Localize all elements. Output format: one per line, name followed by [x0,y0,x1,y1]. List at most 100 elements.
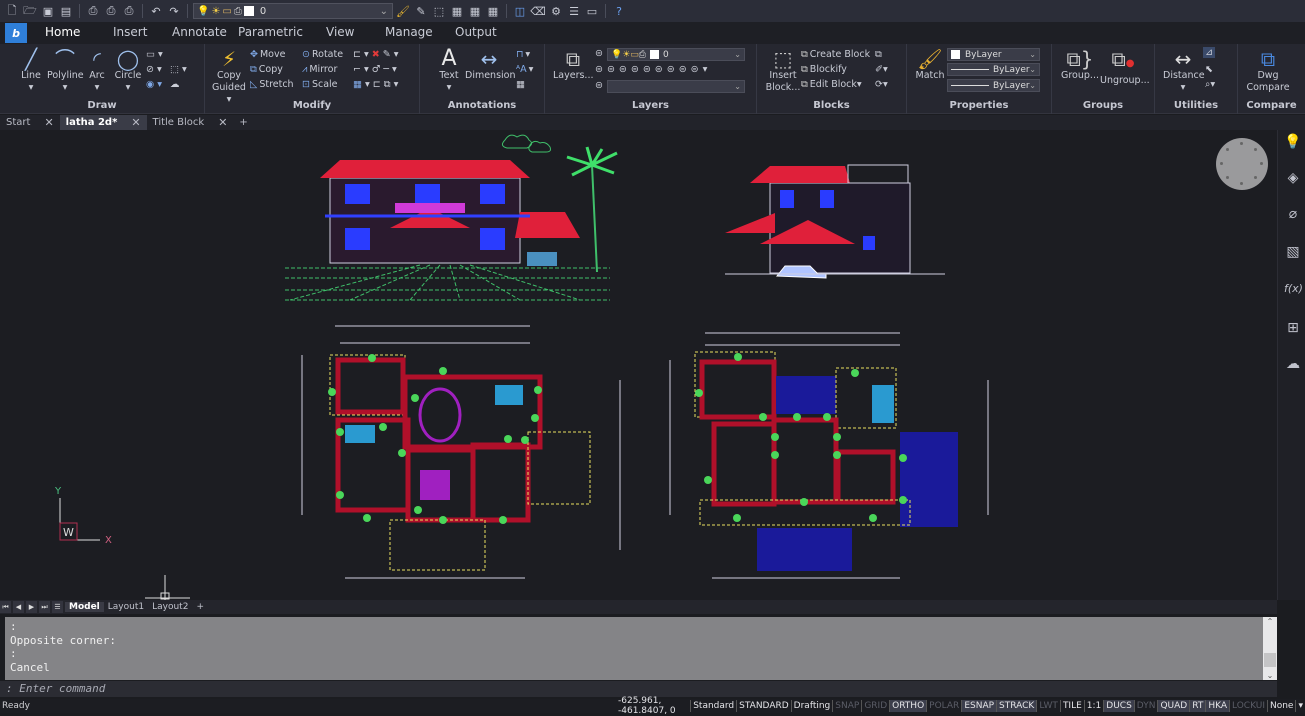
trim-button[interactable]: ⊏ ▾ ✖ ✎ ▾ [353,49,399,60]
tab-layout2[interactable]: Layout2 [148,602,192,612]
undo-icon[interactable]: ↶ [148,3,164,19]
layers-button[interactable]: ⧉ Layers... [553,48,594,82]
ellipse-button[interactable]: ⊘ ▾ [146,64,162,75]
properties-icon[interactable]: ☰ [566,3,582,19]
ground-floor-plan[interactable] [301,325,621,579]
leader-button[interactable]: ⊓ ▾ [516,49,530,60]
move-button[interactable]: ✥ Move [250,49,285,60]
block-edit-icon[interactable]: ✐▾ [875,64,888,75]
cloud-upload-icon[interactable]: ☁ [1284,356,1302,374]
layer-dropdown[interactable]: 💡 ☀ ▭ ⎙ 0 ⌄ [193,3,393,19]
id-point-icon[interactable]: ⌕▾ [1205,79,1215,90]
save-icon[interactable]: ▣ [40,3,56,19]
status-menu-icon[interactable]: ▾ [1295,700,1305,712]
status-toggle-drafting[interactable]: Drafting [790,700,833,712]
open-file-icon[interactable]: 🗁 [22,3,38,19]
status-toggle-dyn[interactable]: DYN [1133,700,1158,712]
previous-layout-icon[interactable]: ◀ [13,601,24,613]
front-elevation[interactable] [285,134,618,301]
scroll-down-icon[interactable]: ⌄ [1263,671,1277,680]
status-toggle-lockui[interactable]: LOCKUI [1229,700,1267,712]
stretch-button[interactable]: ◺ Stretch [250,79,294,90]
status-toggle-quad[interactable]: QUAD [1157,700,1190,712]
layout-list-icon[interactable]: ☰ [52,601,63,613]
layer-state-icon[interactable]: ▦ [449,3,465,19]
last-layout-icon[interactable]: ⏭ [39,601,50,613]
rotate-button[interactable]: ⊙ Rotate [302,49,343,60]
rectangle-button[interactable]: ▭ ▾ [146,49,163,60]
tab-home[interactable]: Home [45,25,80,39]
print-preview-icon[interactable]: ⎙ [103,3,119,19]
hatch-button[interactable]: ◉ ▾ [146,79,162,90]
line-button[interactable]: ╱ Line ▾ [18,48,44,94]
select-cursor-icon[interactable]: ⬉ [1205,64,1213,75]
command-input[interactable]: : Enter command [0,681,1277,697]
layers-icon[interactable]: ◈ [1284,170,1302,188]
mirror-button[interactable]: ⩘ Mirror [302,64,337,75]
distance-button[interactable]: ↔ Distance ▾ [1163,48,1205,94]
layer-state-icon[interactable]: ⊜ [595,48,603,59]
doc-tab-start[interactable]: Start ✕ [0,115,60,130]
status-toggle-esnap[interactable]: ESNAP [961,700,997,712]
tips-icon[interactable]: 💡 [1284,134,1302,152]
status-toggle-standard[interactable]: STANDARD [736,700,791,712]
scale-button[interactable]: ⊡ Scale [302,79,338,90]
formula-icon[interactable]: f(x) [1284,282,1303,300]
attach-icon[interactable]: ⌀ [1284,206,1302,224]
help-icon[interactable]: ? [611,3,627,19]
text-button[interactable]: A Text ▾ [436,48,462,94]
tab-annotate[interactable]: Annotate [172,25,227,39]
layer-walk-icon[interactable]: ▦ [485,3,501,19]
edit-icon[interactable]: ✎ ▾ [383,49,399,60]
next-layout-icon[interactable]: ▶ [26,601,37,613]
tab-insert[interactable]: Insert [113,25,147,39]
app-logo[interactable]: b [5,23,27,43]
match-properties-icon[interactable]: 🖌 [395,3,411,19]
create-block-button[interactable]: ⧉ Create Block [801,49,870,60]
layer-panel-icon[interactable]: ◫ [512,3,528,19]
lineweight-dropdown[interactable]: ByLayer ⌄ [947,79,1040,92]
status-toggle-ducs[interactable]: DUCS [1103,700,1134,712]
print-icon[interactable]: ⎙ [85,3,101,19]
publish-icon[interactable]: ⎙ [121,3,137,19]
tab-model[interactable]: Model [65,602,104,612]
layer-tools-row[interactable]: ⊜⊜⊜⊜⊜⊜⊜⊜⊜▾ [595,64,711,75]
array-button[interactable]: ▦ ▾ ⊏ ⧉ ▾ [353,79,398,90]
dimension-button[interactable]: ↔ Dimension [465,48,516,82]
insert-block-button[interactable]: ⬚ Insert Block... [765,48,801,94]
status-toggle-hka[interactable]: HKA [1205,700,1230,712]
fillet-button[interactable]: ⌐ ▾ ♂ ─ ▾ [353,64,397,75]
close-icon[interactable]: ✕ [218,116,227,129]
region-button[interactable]: ⬚ ▾ [170,64,187,75]
first-floor-plan[interactable] [669,332,989,579]
linetype-dropdown[interactable]: ByLayer ⌄ [947,63,1040,76]
layer-filter-dropdown[interactable]: ⌄ [607,80,745,93]
block-sync-icon[interactable]: ⟳▾ [875,79,888,90]
status-toggle-grid[interactable]: GRID [861,700,889,712]
erase-icon[interactable]: ✖ [372,49,380,60]
status-toggle-rt[interactable]: RT [1189,700,1206,712]
current-layer-dropdown[interactable]: 💡☀ ▭ ⎙ 0 ⌄ [607,48,745,61]
hatch-icon[interactable]: ▧ [1284,244,1302,262]
close-icon[interactable]: ✕ [131,116,140,129]
edit-block-button[interactable]: ⧉ Edit Block▾ [801,79,862,90]
text-style-button[interactable]: ᴬA ▾ [516,64,533,75]
status-toggle-lwt[interactable]: LWT [1036,700,1060,712]
dwg-compare-button[interactable]: ⧉ Dwg Compare [1242,48,1294,94]
drawing-explorer-icon[interactable]: ▭ [584,3,600,19]
save-as-icon[interactable]: ▤ [58,3,74,19]
tab-manage[interactable]: Manage [385,25,433,39]
revcloud-button[interactable]: ☁ [170,79,180,90]
layer-isolate-icon[interactable]: ▦ [467,3,483,19]
tab-parametric[interactable]: Parametric [238,25,303,39]
scroll-thumb[interactable] [1264,653,1276,667]
pick-icon[interactable]: ✎ [413,3,429,19]
blockify-button[interactable]: ⧉ Blockify [801,64,847,75]
status-toggle-polar[interactable]: POLAR [926,700,961,712]
status-toggle-1-1[interactable]: 1:1 [1083,700,1103,712]
tab-view[interactable]: View [326,25,354,39]
status-toggle-none[interactable]: None [1266,700,1295,712]
redo-icon[interactable]: ↷ [166,3,182,19]
group-button[interactable]: ⧉} Group... [1060,48,1100,82]
copy-guided-button[interactable]: ⚡ Copy Guided ▾ [209,48,249,106]
